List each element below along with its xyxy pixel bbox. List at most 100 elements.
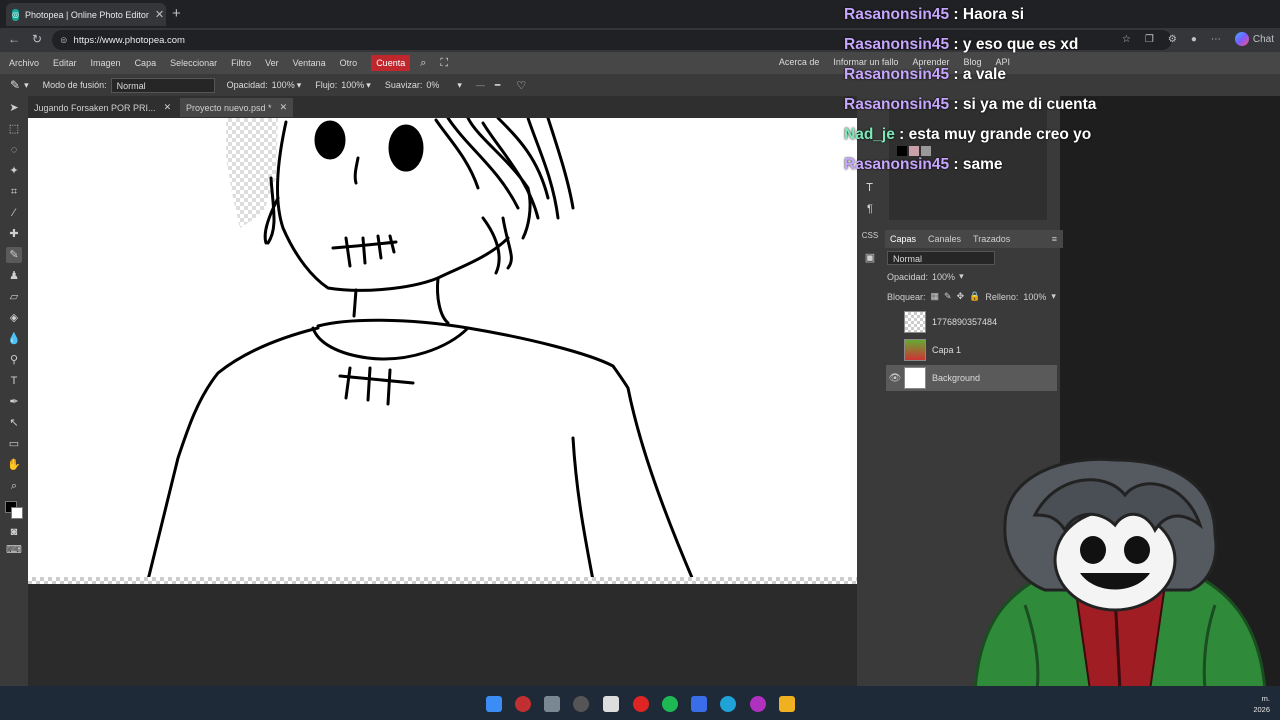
menu-otro[interactable]: Otro [340, 58, 358, 68]
tab-channels[interactable]: Canales [928, 234, 961, 244]
lock-transparency-icon[interactable]: ▦ [931, 291, 940, 302]
eyedropper-icon[interactable]: ⁄ [6, 205, 22, 221]
menu-imagen[interactable]: Imagen [91, 58, 121, 68]
eye-icon[interactable]: 👁 [886, 373, 904, 384]
profile-icon[interactable]: ● [1191, 34, 1197, 45]
reload-icon[interactable]: ↻ [32, 32, 42, 46]
swatch-black[interactable] [897, 146, 907, 156]
smooth-value[interactable]: 0% [426, 80, 439, 90]
doc-tab-forsaken[interactable]: Jugando Forsaken POR PRI... ✕ [28, 98, 177, 117]
menu-capa[interactable]: Capa [135, 58, 157, 68]
opacity-value[interactable]: 100% [272, 80, 295, 90]
doc-tab-proyecto[interactable]: Proyecto nuevo.psd * ✕ [180, 98, 294, 117]
windows-start-icon[interactable] [486, 696, 502, 712]
menu-filtro[interactable]: Filtro [231, 58, 251, 68]
more-icon[interactable]: ⋯ [1211, 34, 1221, 45]
panel-menu-icon[interactable]: ≡ [1052, 234, 1057, 244]
layer-row[interactable]: 1776890357484 [886, 309, 1057, 335]
crop-tool-icon[interactable]: ⌗ [6, 184, 22, 200]
screen-mode-icon[interactable]: ⌨ [6, 542, 22, 558]
layer-blend-select[interactable]: Normal [887, 251, 995, 265]
tab-paths[interactable]: Trazados [973, 234, 1010, 244]
quick-mask-icon[interactable]: ◙ [6, 524, 22, 540]
pressure-icon[interactable]: — [476, 80, 485, 90]
app-icon-4[interactable] [691, 696, 707, 712]
healing-brush-icon[interactable]: ✚ [6, 226, 22, 242]
lock-paint-icon[interactable]: ✎ [944, 291, 952, 302]
character-panel-icon[interactable]: Ꭲ [862, 180, 878, 196]
menu-about[interactable]: Acerca de [779, 57, 820, 67]
capcut-icon[interactable] [603, 696, 619, 712]
app-icon-1[interactable] [515, 696, 531, 712]
smooth-dropdown-icon[interactable]: ▾ [457, 80, 462, 91]
paint-bucket-icon[interactable]: ◈ [6, 310, 22, 326]
layer-opacity-dropdown-icon[interactable]: ▾ [959, 271, 964, 282]
swatch-pink[interactable] [909, 146, 919, 156]
fill-dropdown-icon[interactable]: ▾ [1051, 291, 1056, 302]
menu-editar[interactable]: Editar [53, 58, 77, 68]
copilot-chat-button[interactable]: Chat [1234, 32, 1274, 46]
heart-icon[interactable]: ♡ [516, 79, 526, 92]
css-panel-icon[interactable]: CSS [860, 228, 880, 244]
favorites-icon[interactable]: ☆ [1122, 34, 1131, 45]
image-panel-icon[interactable]: ▣ [862, 250, 878, 266]
extensions-icon[interactable]: ⚙ [1168, 34, 1177, 45]
zoom-tool-icon[interactable]: ⌕ [6, 478, 22, 494]
menu-seleccionar[interactable]: Seleccionar [170, 58, 217, 68]
lock-all-icon[interactable]: 🔒 [969, 291, 980, 302]
browser-tab[interactable]: ◎ Photopea | Online Photo Editor ✕ [6, 3, 166, 26]
pen-tool-icon[interactable]: ✒ [6, 394, 22, 410]
close-tab-icon[interactable]: ✕ [155, 8, 164, 21]
background-color-swatch[interactable] [11, 507, 23, 519]
collections-icon[interactable]: ❐ [1145, 34, 1154, 45]
tab-layers[interactable]: Capas [890, 234, 916, 244]
brush-preset-icon[interactable]: ▾ [24, 80, 29, 91]
brush-tool-icon[interactable]: ✎ [6, 247, 22, 263]
opacity-dropdown-icon[interactable]: ▾ [297, 80, 302, 91]
menu-ver[interactable]: Ver [265, 58, 279, 68]
layer-row[interactable]: Capa 1 [886, 337, 1057, 363]
spotify-icon[interactable] [662, 696, 678, 712]
hand-tool-icon[interactable]: ✋ [6, 457, 22, 473]
dodge-tool-icon[interactable]: ⚲ [6, 352, 22, 368]
layer-opacity-value[interactable]: 100% [932, 272, 955, 282]
new-tab-icon[interactable]: + [172, 5, 181, 22]
swatch-gray[interactable] [921, 146, 931, 156]
drawing-canvas[interactable] [28, 116, 857, 584]
menu-archivo[interactable]: Archivo [9, 58, 39, 68]
brush-tool-icon[interactable]: ✎ [10, 78, 20, 92]
app-icon-3[interactable] [573, 696, 589, 712]
move-tool-icon[interactable]: ➤ [6, 100, 22, 116]
edge-icon[interactable] [720, 696, 736, 712]
flow-dropdown-icon[interactable]: ▾ [366, 80, 371, 91]
lock-position-icon[interactable]: ✥ [957, 291, 965, 302]
menu-ventana[interactable]: Ventana [293, 58, 326, 68]
marquee-tool-icon[interactable]: ⬚ [6, 121, 22, 137]
file-explorer-icon[interactable] [779, 696, 795, 712]
lasso-tool-icon[interactable]: ◌ [6, 142, 22, 158]
path-select-icon[interactable]: ↖ [6, 415, 22, 431]
search-icon[interactable]: ⌕ [420, 57, 426, 70]
fill-value[interactable]: 100% [1023, 292, 1046, 302]
blur-tool-icon[interactable]: 💧 [6, 331, 22, 347]
rectangle-tool-icon[interactable]: ▭ [6, 436, 22, 452]
paragraph-panel-icon[interactable]: ¶ [862, 201, 878, 217]
close-doc-tab-icon[interactable]: ✕ [280, 102, 288, 113]
app-icon-2[interactable] [544, 696, 560, 712]
clone-stamp-icon[interactable]: ♟ [6, 268, 22, 284]
symmetry-icon[interactable]: ━ [495, 80, 500, 91]
canvas-area[interactable] [28, 116, 857, 686]
close-doc-tab-icon[interactable]: ✕ [164, 102, 172, 113]
flow-value[interactable]: 100% [341, 80, 364, 90]
recorder-icon[interactable] [633, 696, 649, 712]
account-button[interactable]: Cuenta [371, 55, 411, 71]
site-info-icon[interactable]: ⊜ [60, 35, 68, 46]
type-tool-icon[interactable]: T [6, 373, 22, 389]
magic-wand-icon[interactable]: ✦ [6, 163, 22, 179]
blend-mode-select[interactable]: Normal [110, 77, 215, 93]
layer-row[interactable]: 👁 Background [886, 365, 1057, 391]
system-clock[interactable]: m. 2026 [1253, 693, 1270, 715]
eraser-icon[interactable]: ▱ [6, 289, 22, 305]
back-icon[interactable]: ← [8, 32, 20, 46]
fullscreen-icon[interactable]: ⛶ [440, 57, 448, 70]
